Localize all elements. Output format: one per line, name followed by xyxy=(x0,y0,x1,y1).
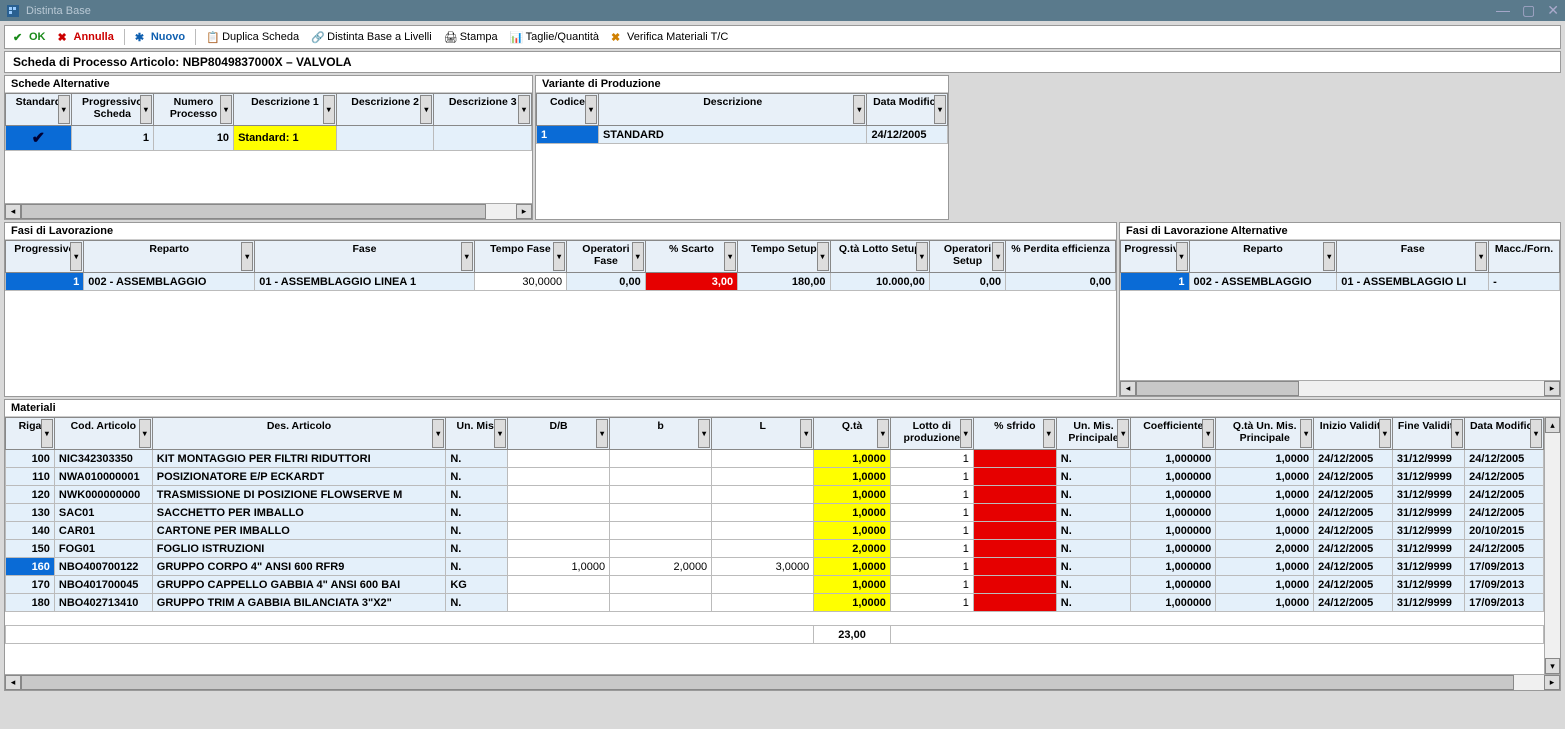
col-filter-icon[interactable]: ▾ xyxy=(992,242,1004,271)
materiali-row[interactable]: 110NWA010000001POSIZIONATORE E/P ECKARDT… xyxy=(6,468,1544,486)
materiali-row[interactable]: 170NBO401700045GRUPPO CAPPELLO GABBIA 4"… xyxy=(6,576,1544,594)
col-filter-icon[interactable]: ▾ xyxy=(800,419,812,448)
col-filter-icon[interactable]: ▾ xyxy=(139,419,151,448)
col-filter-icon[interactable]: ▾ xyxy=(960,419,972,448)
col-filter-icon[interactable]: ▾ xyxy=(323,95,335,124)
col-filter-icon[interactable]: ▾ xyxy=(1475,242,1487,271)
col-filter-icon[interactable]: ▾ xyxy=(585,95,597,124)
fasi-row[interactable]: 1 002 - ASSEMBLAGGIO 01 - ASSEMBLAGGIO L… xyxy=(6,273,1116,291)
checkmark-icon: ✔ xyxy=(32,130,45,147)
materiali-row[interactable]: 160NBO400700122GRUPPO CORPO 4" ANSI 600 … xyxy=(6,558,1544,576)
col-filter-icon[interactable]: ▾ xyxy=(698,419,710,448)
fasi-alternative-title: Fasi di Lavorazione Alternative xyxy=(1120,223,1560,240)
col-filter-icon[interactable]: ▾ xyxy=(1202,419,1214,448)
materiali-title: Materiali xyxy=(5,400,1560,417)
schede-row[interactable]: ✔ 1 10 Standard: 1 xyxy=(6,126,532,151)
col-filter-icon[interactable]: ▾ xyxy=(432,419,444,448)
col-filter-icon[interactable]: ▾ xyxy=(41,419,53,448)
col-filter-icon[interactable]: ▾ xyxy=(140,95,152,124)
col-filter-icon[interactable]: ▾ xyxy=(553,242,565,271)
taglie-quantita-button[interactable]: 📊Taglie/Quantità xyxy=(508,30,601,45)
distinta-livelli-button[interactable]: 🔗Distinta Base a Livelli xyxy=(309,30,434,45)
col-filter-icon[interactable]: ▾ xyxy=(494,419,506,448)
variante-produzione-title: Variante di Produzione xyxy=(536,76,948,93)
materiali-vscroll[interactable]: ▴▾ xyxy=(1544,417,1560,674)
materiali-total-row: 23,00 xyxy=(6,626,1544,644)
annulla-button[interactable]: ✖Annulla xyxy=(56,30,116,45)
col-filter-icon[interactable]: ▾ xyxy=(518,95,530,124)
fasi-alt-row[interactable]: 1 002 - ASSEMBLAGGIO 01 - ASSEMBLAGGIO L… xyxy=(1121,273,1560,291)
materiali-grid[interactable]: Riga▾Cod. Articolo▾Des. Articolo▾Un. Mis… xyxy=(5,417,1544,674)
col-filter-icon[interactable]: ▾ xyxy=(241,242,253,271)
schede-alternative-grid[interactable]: Standard▾ Progressivo Scheda▾ Numero Pro… xyxy=(5,93,532,203)
col-filter-icon[interactable]: ▾ xyxy=(632,242,644,271)
materiali-row[interactable]: 150FOG01FOGLIO ISTRUZIONIN.2,00001N.1,00… xyxy=(6,540,1544,558)
col-filter-icon[interactable]: ▾ xyxy=(1176,242,1188,271)
col-filter-icon[interactable]: ▾ xyxy=(916,242,928,271)
fasi-lavorazione-title: Fasi di Lavorazione xyxy=(5,223,1116,240)
materiali-row[interactable]: 180NBO402713410GRUPPO TRIM A GABBIA BILA… xyxy=(6,594,1544,612)
minimize-button[interactable]: — xyxy=(1496,2,1510,19)
materiali-row[interactable]: 120NWK000000000TRASMISSIONE DI POSIZIONE… xyxy=(6,486,1544,504)
window-titlebar: Distinta Base — ▢ ✕ xyxy=(0,0,1565,21)
materiali-hscroll[interactable]: ◂▸ xyxy=(5,674,1560,690)
fasi-alt-hscroll[interactable]: ◂▸ xyxy=(1120,380,1560,396)
verifica-materiali-button[interactable]: ✖Verifica Materiali T/C xyxy=(609,30,730,45)
materiali-row[interactable]: 100NIC342303350KIT MONTAGGIO PER FILTRI … xyxy=(6,450,1544,468)
col-filter-icon[interactable]: ▾ xyxy=(1043,419,1055,448)
col-filter-icon[interactable]: ▾ xyxy=(1379,419,1391,448)
duplica-scheda-button[interactable]: 📋Duplica Scheda xyxy=(204,30,301,45)
variante-produzione-grid[interactable]: Codice▾ Descrizione▾ Data Modifica▾ 1 ST… xyxy=(536,93,948,219)
col-filter-icon[interactable]: ▾ xyxy=(877,419,889,448)
col-filter-icon[interactable]: ▾ xyxy=(596,419,608,448)
col-filter-icon[interactable]: ▾ xyxy=(1323,242,1335,271)
variante-row[interactable]: 1 STANDARD 24/12/2005 xyxy=(537,126,948,144)
col-filter-icon[interactable]: ▾ xyxy=(853,95,865,124)
materiali-row[interactable]: 130SAC01SACCHETTO PER IMBALLON.1,00001N.… xyxy=(6,504,1544,522)
col-filter-icon[interactable]: ▾ xyxy=(724,242,736,271)
col-filter-icon[interactable]: ▾ xyxy=(1117,419,1129,448)
col-filter-icon[interactable]: ▾ xyxy=(58,95,70,124)
schede-alternative-title: Schede Alternative xyxy=(5,76,532,93)
ok-button[interactable]: ✔OK xyxy=(11,30,48,45)
stampa-button[interactable]: 🖨Stampa xyxy=(442,30,500,45)
col-filter-icon[interactable]: ▾ xyxy=(1300,419,1312,448)
window-title: Distinta Base xyxy=(26,5,91,17)
fasi-lavorazione-grid[interactable]: Progressivo▾ Reparto▾ Fase▾ Tempo Fase▾ … xyxy=(5,240,1116,396)
col-filter-icon[interactable]: ▾ xyxy=(817,242,829,271)
nuovo-button[interactable]: ✱Nuovo xyxy=(133,30,187,45)
col-filter-icon[interactable]: ▾ xyxy=(1530,419,1542,448)
close-button[interactable]: ✕ xyxy=(1547,2,1559,19)
col-filter-icon[interactable]: ▾ xyxy=(461,242,473,271)
materiali-row[interactable]: 140CAR01CARTONE PER IMBALLON.1,00001N.1,… xyxy=(6,522,1544,540)
col-filter-icon[interactable]: ▾ xyxy=(934,95,946,124)
col-filter-icon[interactable]: ▾ xyxy=(1451,419,1463,448)
schede-hscroll[interactable]: ◂▸ xyxy=(5,203,532,219)
col-filter-icon[interactable]: ▾ xyxy=(70,242,82,271)
maximize-button[interactable]: ▢ xyxy=(1522,2,1535,19)
main-toolbar: ✔OK ✖Annulla ✱Nuovo 📋Duplica Scheda 🔗Dis… xyxy=(4,25,1561,49)
app-icon xyxy=(6,4,20,18)
col-filter-icon[interactable]: ▾ xyxy=(220,95,232,124)
fasi-alternative-grid[interactable]: Progressivo▾ Reparto▾ Fase▾ Macc./Forn. … xyxy=(1120,240,1560,380)
col-filter-icon[interactable]: ▾ xyxy=(420,95,432,124)
scheda-subtitle: Scheda di Processo Articolo: NBP80498370… xyxy=(4,51,1561,73)
